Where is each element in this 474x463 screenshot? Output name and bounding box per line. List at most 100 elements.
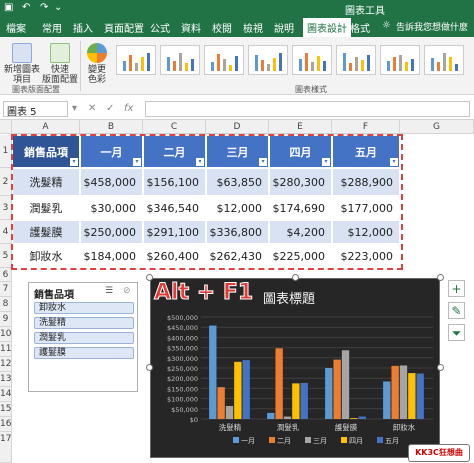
row-header[interactable]: 11 (0, 342, 12, 357)
slicer-item[interactable]: 卸妝水 (34, 302, 134, 314)
column-header-d[interactable]: D (206, 120, 269, 134)
resize-handle[interactable] (146, 364, 153, 371)
column-header-b[interactable]: B (80, 120, 143, 134)
table-header-cell[interactable]: 二月 ▾ (143, 135, 206, 168)
chart-styles-brush-icon[interactable]: ✎ (448, 302, 465, 319)
filter-dropdown-icon[interactable]: ▾ (322, 158, 330, 166)
undo-icon[interactable]: ↶ (22, 2, 30, 13)
row-header[interactable]: 16 (0, 417, 12, 432)
column-header-c[interactable]: C (143, 120, 206, 134)
tab-file[interactable]: 檔案 (6, 20, 26, 35)
tab-review[interactable]: 校閱 (212, 20, 232, 35)
tab-view[interactable]: 檢視 (243, 20, 263, 35)
name-box-dropdown-icon[interactable]: ▾ (72, 103, 77, 114)
tab-insert[interactable]: 插入 (73, 20, 93, 35)
table-cell[interactable]: $291,100 (143, 220, 206, 244)
row-header[interactable]: 9 (0, 312, 12, 327)
column-header-f[interactable]: F (332, 120, 400, 134)
chart-elements-button[interactable]: + (448, 280, 465, 297)
select-all-corner[interactable] (0, 120, 12, 134)
row-header[interactable]: 14 (0, 387, 12, 402)
table-cell-item[interactable]: 護髮膜 (12, 220, 80, 244)
table-cell[interactable]: $280,300 (269, 168, 332, 196)
column-header-a[interactable]: A (12, 120, 80, 134)
table-cell[interactable]: $63,850 (206, 168, 269, 196)
column-chart[interactable]: 圖表標題 $0 $50,000 $100,000 $150,000 $200,000 $25… (150, 278, 440, 458)
column-header-g[interactable]: G (400, 120, 474, 134)
table-cell[interactable]: $288,900 (332, 168, 400, 196)
chart-style-7[interactable] (380, 45, 420, 75)
table-cell[interactable]: $4,200 (269, 220, 332, 244)
table-cell[interactable]: $225,000 (269, 244, 332, 268)
column-header-e[interactable]: E (269, 120, 332, 134)
chart-style-6[interactable] (336, 45, 376, 75)
filter-dropdown-icon[interactable]: ▾ (259, 158, 267, 166)
table-cell[interactable]: $260,400 (143, 244, 206, 268)
multi-select-icon[interactable]: ☰ (105, 286, 113, 296)
table-cell[interactable]: $458,000 (80, 168, 143, 196)
filter-dropdown-icon[interactable]: ▾ (390, 158, 398, 166)
table-cell-item[interactable]: 洗髮精 (12, 168, 80, 196)
resize-handle[interactable] (437, 364, 444, 371)
table-cell[interactable]: $262,430 (206, 244, 269, 268)
row-header[interactable]: 7 (0, 282, 12, 297)
slicer-item[interactable]: 洗髮精 (34, 317, 134, 329)
table-cell[interactable]: $250,000 (80, 220, 143, 244)
table-cell[interactable]: $12,000 (206, 196, 269, 220)
table-header-cell[interactable]: 三月 ▾ (206, 135, 269, 168)
table-cell[interactable]: $12,000 (332, 220, 400, 244)
filter-dropdown-icon[interactable]: ▾ (196, 158, 204, 166)
tab-page-layout[interactable]: 頁面配置 (104, 20, 144, 35)
table-cell[interactable]: $30,000 (80, 196, 143, 220)
row-header[interactable]: 2 (0, 168, 12, 196)
table-header-cell[interactable]: 四月 ▾ (269, 135, 332, 168)
table-cell[interactable]: $336,800 (206, 220, 269, 244)
chart-style-1[interactable] (116, 45, 156, 75)
row-header[interactable]: 12 (0, 357, 12, 372)
table-cell[interactable]: $174,690 (269, 196, 332, 220)
clear-filter-icon[interactable]: ⊘ (123, 286, 131, 296)
row-header[interactable]: 6 (0, 268, 12, 282)
row-header[interactable]: 13 (0, 372, 12, 387)
table-header-cell[interactable]: 一月 ▾ (80, 135, 143, 168)
resize-handle[interactable] (146, 274, 153, 281)
chart-style-8[interactable] (424, 45, 464, 75)
chart-style-2[interactable] (160, 45, 200, 75)
table-cell[interactable]: $177,000 (332, 196, 400, 220)
row-header[interactable]: 1 (0, 135, 12, 168)
customize-qat-icon[interactable]: ⌄ (54, 2, 62, 13)
fx-icon[interactable]: fx (124, 103, 133, 114)
tab-chart-design[interactable]: 圖表設計 (303, 18, 351, 37)
table-cell[interactable]: $156,100 (143, 168, 206, 196)
table-cell-item[interactable]: 潤髮乳 (12, 196, 80, 220)
chart-style-4[interactable] (248, 45, 288, 75)
tab-home[interactable]: 常用 (42, 20, 62, 35)
cancel-icon[interactable]: ✕ (88, 103, 96, 114)
tab-help[interactable]: 說明 (274, 20, 294, 35)
slicer-item[interactable]: 潤髮乳 (34, 332, 134, 344)
row-header[interactable]: 10 (0, 327, 12, 342)
table-cell-item[interactable]: 卸妝水 (12, 244, 80, 268)
add-chart-element-button[interactable]: 新增圖表 項目 (4, 43, 40, 85)
row-header[interactable]: 5 (0, 244, 12, 268)
row-header[interactable]: 8 (0, 297, 12, 312)
chart-style-3[interactable] (204, 45, 244, 75)
redo-icon[interactable]: ↷ (40, 2, 48, 13)
filter-dropdown-icon[interactable]: ▾ (133, 158, 141, 166)
filter-dropdown-icon[interactable]: ▾ (70, 158, 78, 166)
change-colors-button[interactable]: 變更 色彩 (84, 43, 110, 85)
tell-me-search[interactable]: 告訴我您想做什麼 (396, 20, 468, 33)
table-cell[interactable]: $184,000 (80, 244, 143, 268)
quick-layout-button[interactable]: 快速 版面配置 (42, 43, 78, 85)
table-header-cell[interactable]: 銷售品項 ▾ (12, 135, 80, 168)
row-header[interactable]: 4 (0, 220, 12, 244)
table-cell[interactable]: $223,000 (332, 244, 400, 268)
row-header[interactable]: 17 (0, 432, 12, 463)
resize-handle[interactable] (437, 274, 444, 281)
table-header-cell[interactable]: 五月 ▾ (332, 135, 400, 168)
slicer-panel[interactable]: 銷售品項 ☰ ⊘ 卸妝水 洗髮精 潤髮乳 護髮膜 (28, 282, 138, 392)
name-box[interactable]: 圖表 5 (3, 101, 68, 118)
tab-data[interactable]: 資料 (181, 20, 201, 35)
chart-style-5[interactable] (292, 45, 332, 75)
resize-handle[interactable] (292, 274, 299, 281)
